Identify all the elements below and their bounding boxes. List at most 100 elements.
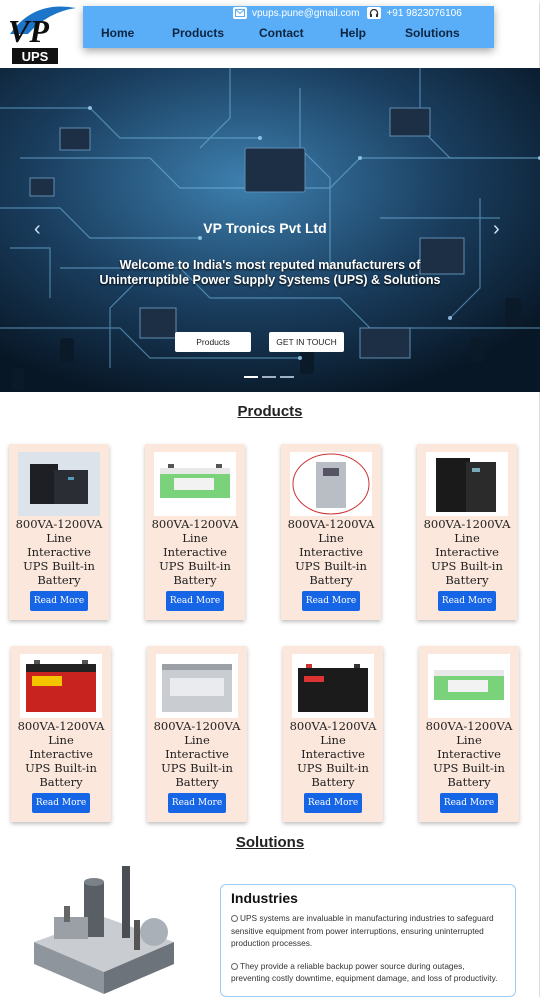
product-name-line: Interactive [435, 545, 499, 559]
read-more-button[interactable]: Read More [440, 793, 498, 813]
product-name-line: Battery [175, 775, 219, 789]
bullet-circle-icon [231, 915, 238, 922]
read-more-button[interactable]: Read More [302, 591, 360, 611]
product-name-line: 800VA-1200VA [425, 719, 513, 733]
product-card: 800VA-1200VA Line Interactive UPS Built-… [145, 444, 245, 620]
email-contact[interactable]: vpups.pune@gmail.com [233, 7, 359, 19]
product-name-line: Line [320, 733, 346, 747]
product-name-line: UPS Built-in [431, 559, 503, 573]
carousel-dot-3[interactable] [280, 376, 294, 378]
product-name-line: UPS Built-in [25, 761, 97, 775]
carousel-dot-1[interactable] [244, 376, 258, 378]
product-card: 800VA-1200VA Line Interactive UPS Built-… [9, 444, 109, 620]
read-more-button[interactable]: Read More [438, 591, 496, 611]
logo-text: UPS [22, 49, 49, 64]
solutions-heading: Solutions [235, 834, 305, 851]
nav-home[interactable]: Home [101, 26, 134, 40]
product-name-line: Battery [447, 775, 491, 789]
product-name-line: Line [318, 531, 344, 545]
product-image-black-ups [426, 452, 508, 516]
product-name-line: Line [456, 733, 482, 747]
product-image-grey-battery [156, 654, 238, 718]
product-name-line: Line [48, 733, 74, 747]
product-name-line: 800VA-1200VA [153, 719, 241, 733]
product-name-line: Line [184, 733, 210, 747]
product-card: 800VA-1200VA Line Interactive UPS Built-… [11, 646, 111, 822]
product-name-line: Battery [173, 573, 217, 587]
hero-carousel: ‹ › VP Tronics Pvt Ltd Welcome to India'… [0, 68, 540, 392]
product-image-green-battery [154, 452, 236, 516]
hero-subtitle-line1: Welcome to India's most reputed manufact… [119, 258, 421, 272]
hero-products-button[interactable]: Products [175, 332, 251, 352]
product-card: 800VA-1200VA Line Interactive UPS Built-… [281, 444, 381, 620]
products-heading: Products [237, 403, 303, 420]
product-image-black-battery [292, 654, 374, 718]
product-name-line: 800VA-1200VA [15, 517, 103, 531]
mail-icon [233, 7, 247, 19]
product-image-green-battery [428, 654, 510, 718]
product-image-ups-tower [18, 452, 100, 516]
page: VP UPS vpups.pune@gmail.com +91 98230761… [0, 0, 540, 997]
product-name-line: Battery [37, 573, 81, 587]
product-name-line: Interactive [163, 545, 227, 559]
product-card: 800VA-1200VA Line Interactive UPS Built-… [147, 646, 247, 822]
contact-info: vpups.pune@gmail.com +91 9823076106 [233, 7, 462, 19]
product-card: 800VA-1200VA Line Interactive UPS Built-… [283, 646, 383, 822]
read-more-button[interactable]: Read More [166, 591, 224, 611]
phone-contact[interactable]: +91 9823076106 [367, 7, 462, 19]
read-more-button[interactable]: Read More [30, 591, 88, 611]
product-name-line: UPS Built-in [297, 761, 369, 775]
phone-text[interactable]: +91 9823076106 [386, 8, 461, 19]
hero-subtitle: Welcome to India's most reputed manufact… [0, 258, 540, 288]
nav-solutions[interactable]: Solutions [405, 26, 460, 40]
nav-contact[interactable]: Contact [259, 26, 304, 40]
headset-icon [367, 7, 382, 19]
header: VP UPS vpups.pune@gmail.com +91 98230761… [0, 0, 539, 68]
product-name-line: 800VA-1200VA [423, 517, 511, 531]
email-text[interactable]: vpups.pune@gmail.com [252, 8, 359, 19]
top-navbar: vpups.pune@gmail.com +91 9823076106 Home… [83, 6, 494, 48]
svg-text:VP: VP [8, 13, 49, 49]
product-name-line: Interactive [27, 545, 91, 559]
product-name-line: Line [454, 531, 480, 545]
bullet-circle-icon [231, 962, 238, 970]
industries-card: Industries UPS systems are invaluable in… [220, 884, 516, 997]
read-more-button[interactable]: Read More [304, 793, 362, 813]
industry-point: UPS systems are invaluable in manufactur… [231, 912, 505, 950]
product-name-line: Interactive [437, 747, 501, 761]
product-name-line: UPS Built-in [295, 559, 367, 573]
carousel-dot-2[interactable] [262, 376, 276, 378]
industries-title: Industries [231, 890, 298, 906]
product-name-line: Interactive [165, 747, 229, 761]
product-card: 800VA-1200VA Line Interactive UPS Built-… [417, 444, 517, 620]
product-name-line: UPS Built-in [161, 761, 233, 775]
industry-illustration [24, 862, 184, 997]
product-name-line: Line [46, 531, 72, 545]
industry-point-text: They provide a reliable backup power sou… [231, 960, 498, 984]
hero-title: VP Tronics Pvt Ltd [203, 220, 327, 236]
product-name-line: Battery [445, 573, 489, 587]
product-image-exide-battery [20, 654, 102, 718]
product-image-online-ups [290, 452, 372, 516]
vp-ups-logo[interactable]: VP UPS [4, 4, 78, 66]
product-name-line: 800VA-1200VA [17, 719, 105, 733]
product-name-line: Battery [309, 573, 353, 587]
read-more-button[interactable]: Read More [168, 793, 226, 813]
product-card: 800VA-1200VA Line Interactive UPS Built-… [419, 646, 519, 822]
get-in-touch-button[interactable]: GET IN TOUCH [269, 332, 344, 352]
industry-point-text: UPS systems are invaluable in manufactur… [231, 913, 494, 948]
read-more-button[interactable]: Read More [32, 793, 90, 813]
product-name-line: Interactive [29, 747, 93, 761]
nav-products[interactable]: Products [172, 26, 224, 40]
product-name-line: 800VA-1200VA [289, 719, 377, 733]
industry-point: They provide a reliable backup power sou… [231, 960, 505, 985]
hero-subtitle-line2: Uninterruptible Power Supply Systems (UP… [99, 273, 441, 287]
product-name-line: UPS Built-in [433, 761, 505, 775]
nav-help[interactable]: Help [340, 26, 366, 40]
product-name-line: 800VA-1200VA [287, 517, 375, 531]
product-name-line: Battery [39, 775, 83, 789]
product-name-line: 800VA-1200VA [151, 517, 239, 531]
product-name-line: UPS Built-in [23, 559, 95, 573]
product-name-line: Interactive [301, 747, 365, 761]
product-name-line: UPS Built-in [159, 559, 231, 573]
